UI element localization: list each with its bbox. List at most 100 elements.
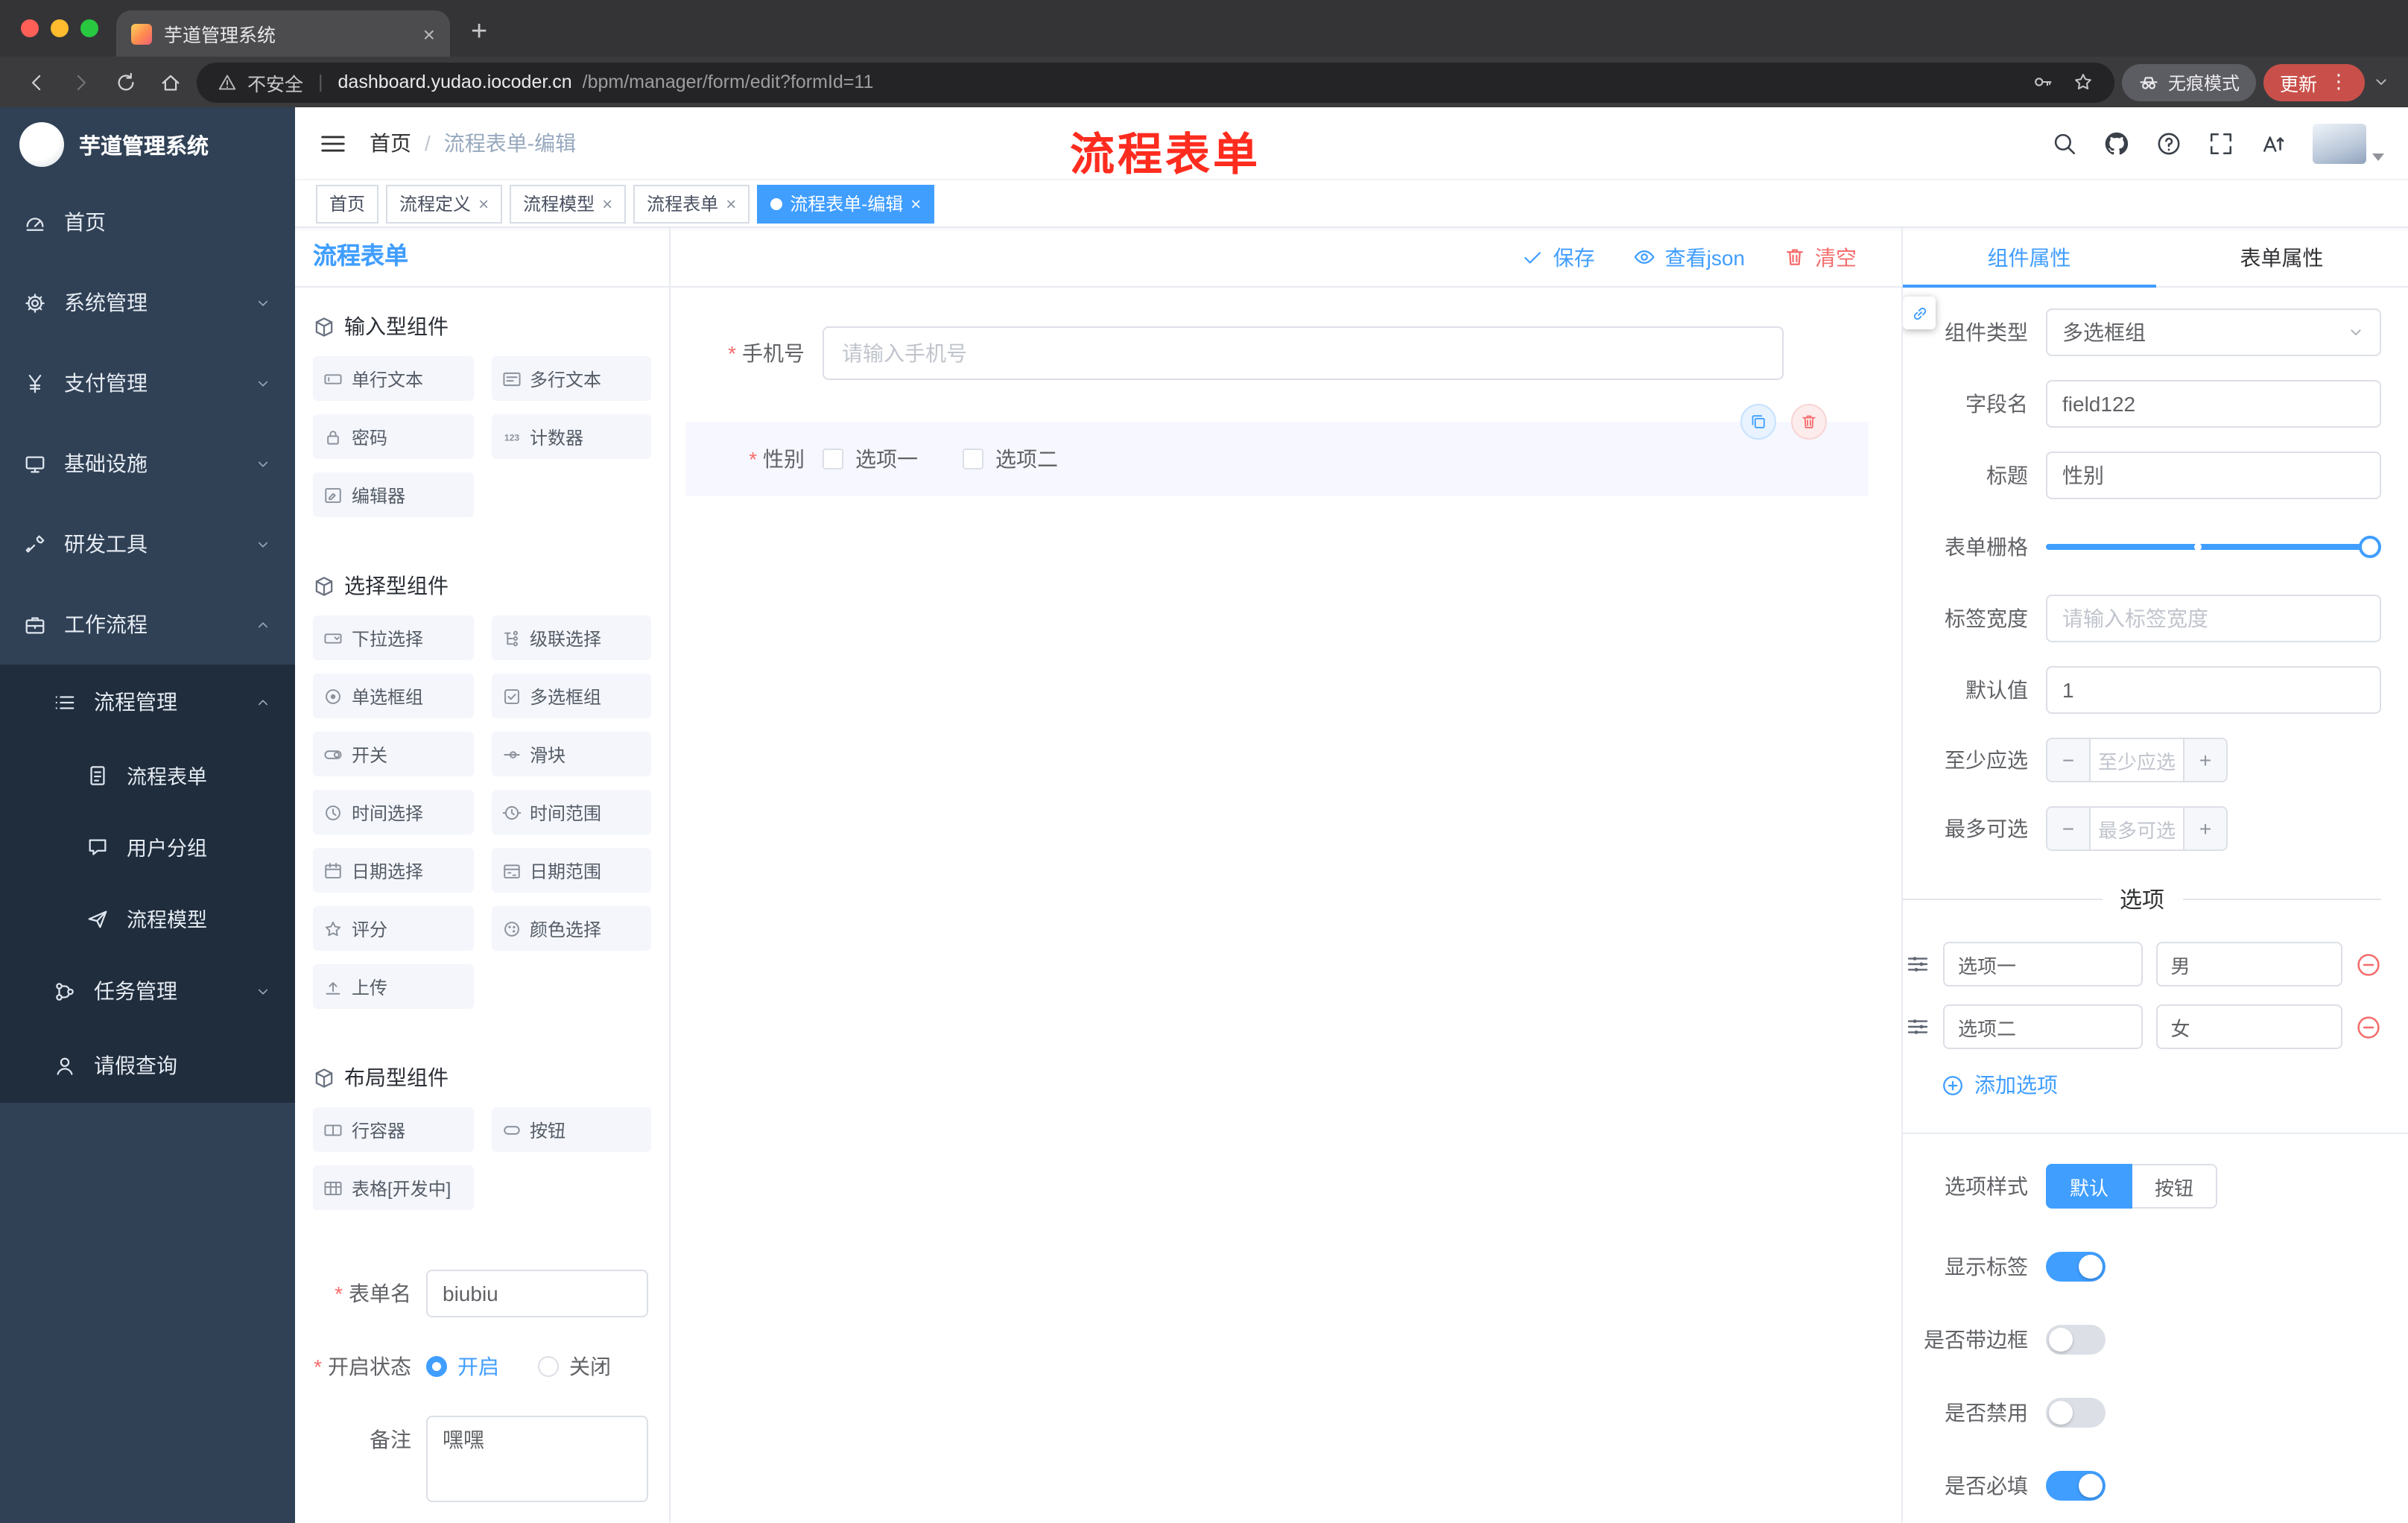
form-remark-textarea[interactable]: 嘿嘿 [426,1416,648,1502]
gender-option1-checkbox[interactable]: 选项一 [823,444,918,474]
option-label-input[interactable] [1943,942,2143,987]
option-value-input[interactable] [2155,1004,2342,1049]
close-icon[interactable]: × [602,194,612,212]
sidebar-item-devtools[interactable]: 研发工具 [0,504,295,584]
slider-handle[interactable] [2359,536,2381,558]
chip-row-container[interactable]: 行容器 [313,1107,473,1152]
forward-button[interactable] [63,63,100,101]
data-bind-link-button[interactable] [1903,297,1936,329]
window-close-button[interactable] [21,19,39,37]
chip-cascader[interactable]: 级联选择 [491,615,651,660]
hamburger-icon[interactable] [319,129,347,157]
github-icon[interactable] [2104,130,2129,156]
browser-menu-icon[interactable]: ⋮ [2329,70,2348,94]
chip-single-line-text[interactable]: 单行文本 [313,356,473,401]
sidebar-item-home[interactable]: 首页 [0,182,295,262]
chip-button[interactable]: 按钮 [491,1107,651,1152]
tag-process-model[interactable]: 流程模型 × [510,184,627,223]
status-off-radio[interactable]: 关闭 [538,1352,611,1381]
password-key-icon[interactable] [2032,72,2053,92]
sidebar-item-task-management[interactable]: 任务管理 [0,954,295,1028]
close-icon[interactable]: × [910,194,921,212]
min-select-value[interactable]: 至少应选 [2091,739,2183,781]
browser-update-button[interactable]: 更新 ⋮ [2263,63,2365,101]
font-size-icon[interactable] [2260,130,2286,156]
option-label-input[interactable] [1943,1004,2143,1049]
search-icon[interactable] [2052,130,2077,156]
form-grid-slider[interactable] [2046,523,2381,571]
title-input[interactable] [2046,452,2381,499]
chip-slider[interactable]: 滑块 [491,732,651,776]
status-on-radio[interactable]: 开启 [426,1352,499,1381]
chip-date-range[interactable]: 日期范围 [491,848,651,893]
sidebar-item-process-model[interactable]: 流程模型 [0,882,295,954]
help-icon[interactable] [2156,130,2182,156]
gender-option2-checkbox[interactable]: 选项二 [963,444,1058,474]
drag-handle-icon[interactable] [1906,952,1930,976]
chip-color-picker[interactable]: 颜色选择 [491,906,651,951]
increase-button[interactable]: + [2183,808,2226,849]
clear-button[interactable]: 清空 [1784,242,1857,272]
chip-checkbox-group[interactable]: 多选框组 [491,674,651,718]
add-option-button[interactable]: 添加选项 [1942,1070,2408,1100]
field-name-input[interactable] [2046,380,2381,428]
remove-option-icon[interactable] [2356,1014,2381,1039]
form-name-input[interactable] [426,1270,648,1317]
sidebar-item-process-management[interactable]: 流程管理 [0,665,295,739]
style-default-button[interactable]: 默认 [2046,1164,2133,1209]
chip-time-picker[interactable]: 时间选择 [313,790,473,835]
chip-time-range[interactable]: 时间范围 [491,790,651,835]
increase-button[interactable]: + [2183,739,2226,781]
chip-editor[interactable]: 编辑器 [313,472,473,517]
canvas-field-phone[interactable]: 手机号 [685,326,1869,380]
tag-process-definition[interactable]: 流程定义 × [386,184,503,223]
required-toggle[interactable] [2046,1471,2106,1501]
breadcrumb-home[interactable]: 首页 [370,128,411,158]
chip-select[interactable]: 下拉选择 [313,615,473,660]
chip-counter[interactable]: 计数器 [491,414,651,459]
close-icon[interactable]: × [478,194,489,212]
fullscreen-icon[interactable] [2208,130,2234,156]
component-type-select[interactable]: 多选框组 [2046,308,2381,356]
max-select-value[interactable]: 最多可选 [2091,808,2183,849]
drag-handle-icon[interactable] [1906,1015,1930,1039]
save-button[interactable]: 保存 [1522,242,1595,272]
sidebar-item-leave-query[interactable]: 请假查询 [0,1028,295,1103]
sidebar-item-user-group[interactable]: 用户分组 [0,811,295,882]
label-width-input[interactable] [2046,595,2381,642]
sidebar-item-workflow[interactable]: 工作流程 [0,584,295,665]
slider-track[interactable] [2046,536,2381,558]
chip-switch[interactable]: 开关 [313,732,473,776]
sidebar-item-infrastructure[interactable]: 基础设施 [0,423,295,504]
tag-process-form-edit[interactable]: 流程表单-编辑 × [757,184,935,223]
canvas-field-gender-selected[interactable]: 性别 选项一 选项二 [685,404,1869,496]
decrease-button[interactable]: − [2047,739,2091,781]
show-label-toggle[interactable] [2046,1252,2106,1282]
chip-rate[interactable]: 评分 [313,906,473,951]
sidebar-item-system[interactable]: 系统管理 [0,262,295,343]
chip-date-picker[interactable]: 日期选择 [313,848,473,893]
tab-form-props[interactable]: 表单属性 [2155,228,2408,286]
phone-input[interactable] [823,326,1784,380]
copy-widget-button[interactable] [1740,404,1776,440]
tag-home[interactable]: 首页 [316,184,379,223]
chip-table[interactable]: 表格[开发中] [313,1165,473,1210]
new-tab-button[interactable]: + [471,18,487,46]
chip-radio-group[interactable]: 单选框组 [313,674,473,718]
reload-button[interactable] [107,63,145,101]
view-json-button[interactable]: 查看json [1634,242,1745,272]
close-icon[interactable]: × [726,194,736,212]
chip-password[interactable]: 密码 [313,414,473,459]
overflow-chevron-icon[interactable] [2372,73,2390,91]
remove-option-icon[interactable] [2356,952,2381,977]
window-zoom-button[interactable] [80,19,98,37]
tab-close-icon[interactable]: × [423,22,435,45]
tag-process-form[interactable]: 流程表单 × [633,184,750,223]
disabled-toggle[interactable] [2046,1398,2106,1428]
back-button[interactable] [18,63,55,101]
delete-widget-button[interactable] [1791,404,1827,440]
user-avatar[interactable] [2313,123,2384,163]
decrease-button[interactable]: − [2047,808,2091,849]
chip-multi-line-text[interactable]: 多行文本 [491,356,651,401]
browser-tab[interactable]: 芋道管理系统 × [116,10,450,57]
